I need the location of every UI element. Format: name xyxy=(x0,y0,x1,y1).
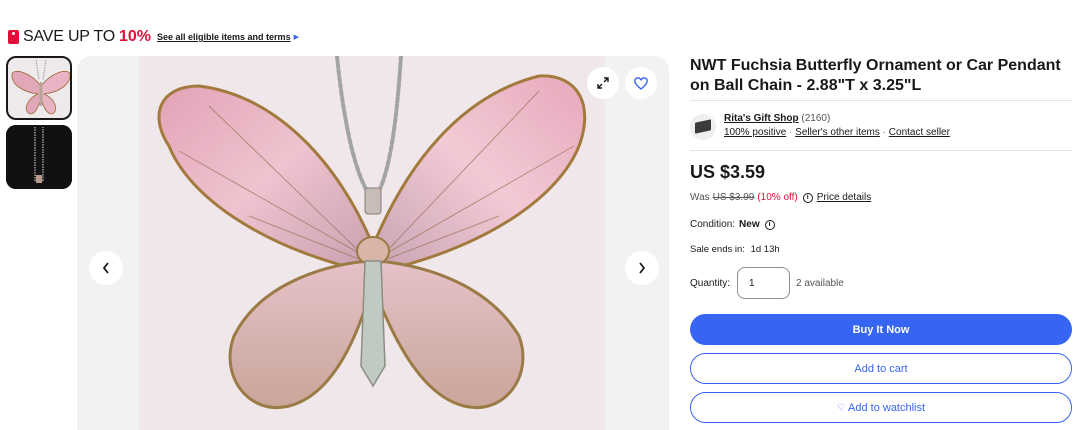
promo-percent: 10% xyxy=(118,28,152,45)
buy-it-now-button[interactable]: Buy It Now xyxy=(690,314,1072,345)
condition-value: New xyxy=(739,219,760,230)
price-details-link[interactable]: Price details xyxy=(817,192,871,203)
seller-other-items-link[interactable]: Seller's other items xyxy=(795,127,880,138)
seller-positive-link[interactable]: 100% positive xyxy=(724,127,786,138)
separator: · xyxy=(789,127,793,138)
was-label: Was xyxy=(690,192,710,203)
sale-ends-value: 1d 13h xyxy=(750,244,780,255)
butterfly-thumbnail-image xyxy=(11,59,70,115)
watch-heart-button[interactable] xyxy=(625,67,657,99)
seller-feedback-count: (2160) xyxy=(801,113,831,124)
condition-label: Condition: xyxy=(690,219,736,230)
product-title: NWT Fuchsia Butterfly Ornament or Car Pe… xyxy=(690,57,1061,94)
divider xyxy=(690,100,1072,101)
chevron-left-icon xyxy=(102,262,109,274)
thumbnail-butterfly-front[interactable] xyxy=(6,56,72,120)
promo-banner: SAVE UP TO 10% See all eligible items an… xyxy=(8,28,299,46)
was-price-row: Was US $3.99 (10% off) i Price details xyxy=(690,192,871,203)
seller-avatar[interactable] xyxy=(690,114,716,140)
main-image-viewer[interactable] xyxy=(77,56,669,430)
discount-percent: (10% off) xyxy=(757,192,798,203)
contact-seller-link[interactable]: Contact seller xyxy=(889,127,950,138)
chevron-right-icon xyxy=(639,262,646,274)
divider xyxy=(690,150,1072,151)
promo-tag-icon xyxy=(8,30,19,44)
expand-button[interactable] xyxy=(587,67,619,99)
separator: · xyxy=(882,127,887,138)
sale-ends-row: Sale ends in: 1d 13h xyxy=(690,244,780,255)
seller-card: Rita's Gift Shop (2160) 100% positive · … xyxy=(690,112,950,140)
was-price: US $3.99 xyxy=(712,192,755,203)
thumbnail-butterfly-chain[interactable] xyxy=(6,125,72,189)
heart-icon: ♡ xyxy=(836,402,846,412)
next-image-button[interactable] xyxy=(625,251,659,285)
add-to-watchlist-button[interactable]: ♡ Add to watchlist xyxy=(690,392,1072,423)
previous-image-button[interactable] xyxy=(89,251,123,285)
info-icon[interactable]: i xyxy=(764,219,775,230)
heart-icon xyxy=(634,76,648,90)
sale-ends-label: Sale ends in: xyxy=(690,244,745,255)
add-to-cart-button[interactable]: Add to cart xyxy=(690,353,1072,384)
seller-name-link[interactable]: Rita's Gift Shop xyxy=(724,113,799,124)
quantity-label: Quantity: xyxy=(690,277,731,289)
quantity-row: Quantity: 2 available xyxy=(690,267,844,299)
quantity-available: 2 available xyxy=(796,277,844,289)
expand-icon xyxy=(597,77,609,89)
promo-terms-link[interactable]: See all eligible items and terms xyxy=(157,32,291,42)
arrow-right-icon: ▶ xyxy=(293,34,299,41)
add-to-watchlist-label: Add to watchlist xyxy=(848,401,926,414)
info-icon[interactable]: i xyxy=(802,192,813,203)
condition-row: Condition: New i xyxy=(690,219,775,230)
promo-text: SAVE UP TO xyxy=(23,28,115,45)
product-photo xyxy=(139,56,605,430)
butterfly-pendant-image xyxy=(139,56,605,430)
chain-thumbnail-image xyxy=(6,125,72,189)
price: US $3.59 xyxy=(690,162,766,182)
quantity-input[interactable] xyxy=(737,267,791,299)
